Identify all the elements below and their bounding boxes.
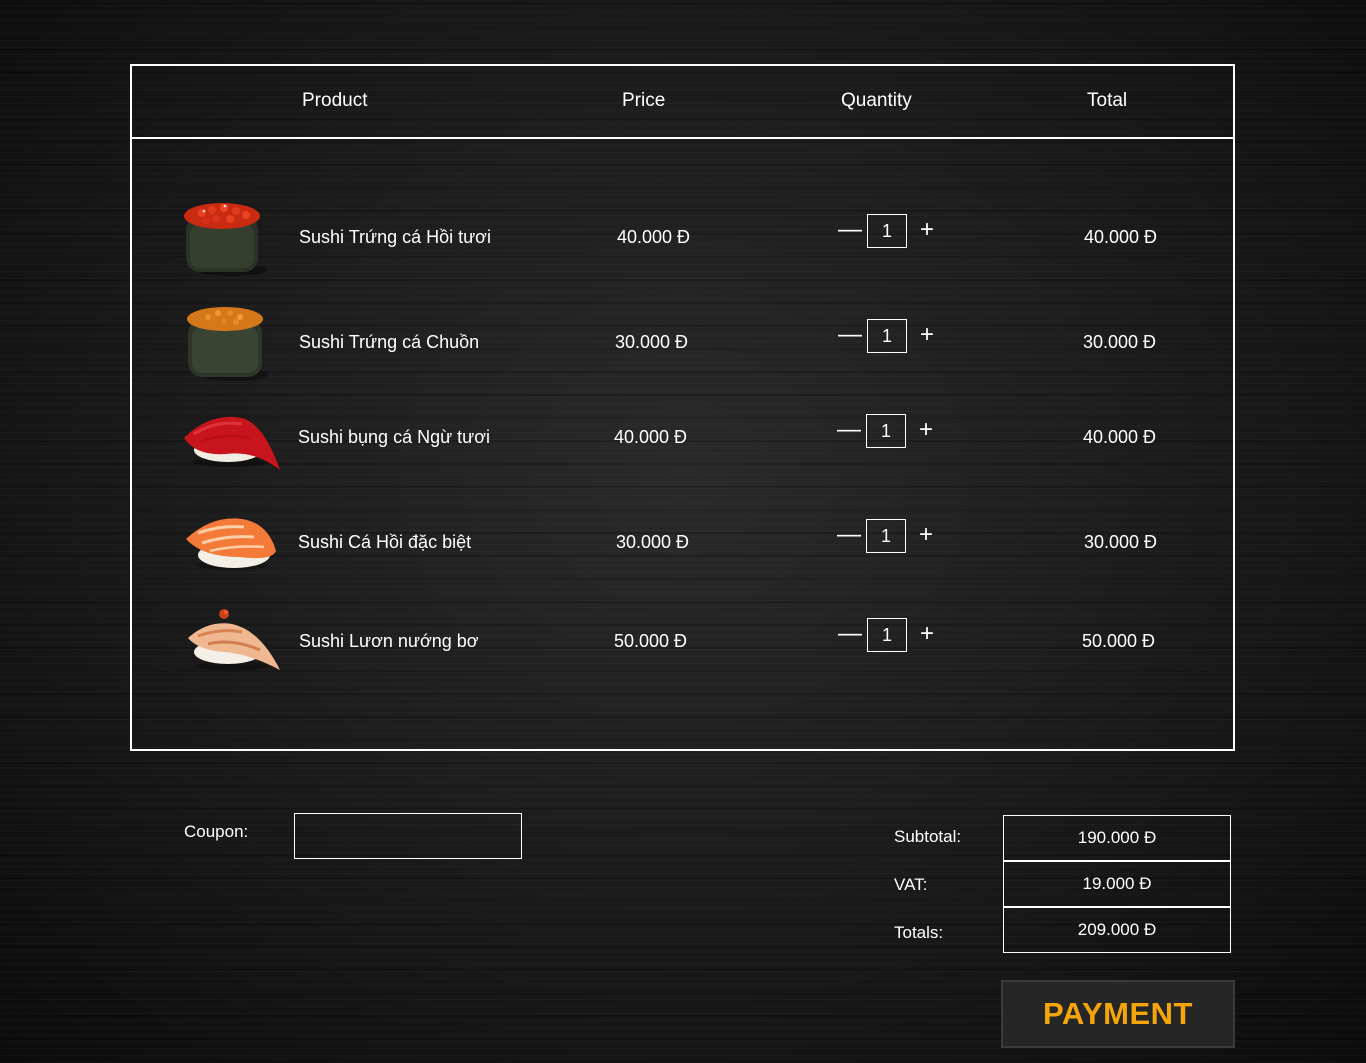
quantity-stepper: — +	[837, 519, 937, 553]
grilled-eel-sushi-image	[180, 598, 284, 688]
cart-header: Product Price Quantity Total	[132, 66, 1233, 139]
coupon-label: Coupon:	[184, 822, 249, 841]
quantity-stepper: — +	[838, 618, 938, 652]
payment-button[interactable]: PAYMENT	[1001, 980, 1235, 1048]
quantity-stepper: — +	[838, 214, 938, 248]
decrease-quantity-button[interactable]: —	[838, 618, 862, 652]
cart-row: Sushi Trứng cá Chuồn 30.000 Đ — + 30.000…	[132, 299, 1233, 389]
cart-row: Sushi Cá Hồi đặc biệt 30.000 Đ — + 30.00…	[132, 499, 1233, 589]
subtotal-label: Subtotal:	[894, 827, 962, 846]
product-name: Sushi Lươn nướng bơ	[299, 631, 479, 651]
product-price: 50.000 Đ	[614, 631, 688, 651]
row-total: 50.000 Đ	[1082, 631, 1156, 651]
increase-quantity-button[interactable]: +	[915, 519, 937, 553]
tuna-belly-sushi-image	[180, 394, 284, 484]
product-price: 40.000 Đ	[617, 227, 691, 247]
product-price: 30.000 Đ	[615, 332, 689, 352]
quantity-stepper: — +	[837, 414, 937, 448]
row-total: 40.000 Đ	[1083, 427, 1157, 447]
coupon-input[interactable]	[294, 813, 522, 859]
decrease-quantity-button[interactable]: —	[838, 319, 862, 353]
product-price: 40.000 Đ	[614, 427, 688, 447]
quantity-input[interactable]	[867, 214, 907, 248]
quantity-stepper: — +	[838, 319, 938, 353]
cart-table: Product Price Quantity Total Sushi Trứng…	[130, 64, 1235, 751]
cart-row: Sushi Trứng cá Hồi tươi 40.000 Đ — + 40.…	[132, 194, 1233, 284]
header-price: Price	[622, 90, 666, 111]
header-quantity: Quantity	[841, 90, 912, 111]
product-name: Sushi Cá Hồi đặc biệt	[298, 532, 472, 552]
product-price: 30.000 Đ	[616, 532, 690, 552]
salmon-sushi-image	[180, 499, 284, 589]
quantity-input[interactable]	[867, 618, 907, 652]
subtotal-value: 190.000 Đ	[1003, 815, 1231, 861]
totals-label: Totals:	[894, 923, 944, 942]
quantity-input[interactable]	[866, 519, 906, 553]
vat-value: 19.000 Đ	[1003, 861, 1231, 907]
increase-quantity-button[interactable]: +	[915, 414, 937, 448]
header-total: Total	[1087, 90, 1128, 111]
salmon-roe-sushi-image	[180, 194, 284, 284]
header-product: Product	[302, 90, 368, 111]
increase-quantity-button[interactable]: +	[916, 618, 938, 652]
increase-quantity-button[interactable]: +	[916, 214, 938, 248]
quantity-input[interactable]	[867, 319, 907, 353]
cart-row: Sushi bụng cá Ngừ tươi 40.000 Đ — + 40.0…	[132, 394, 1233, 484]
increase-quantity-button[interactable]: +	[916, 319, 938, 353]
product-name: Sushi Trứng cá Hồi tươi	[299, 227, 491, 247]
product-name: Sushi Trứng cá Chuồn	[299, 332, 480, 352]
decrease-quantity-button[interactable]: —	[837, 519, 861, 553]
row-total: 30.000 Đ	[1083, 332, 1157, 352]
totals-value: 209.000 Đ	[1003, 907, 1231, 953]
decrease-quantity-button[interactable]: —	[838, 214, 862, 248]
quantity-input[interactable]	[866, 414, 906, 448]
decrease-quantity-button[interactable]: —	[837, 414, 861, 448]
row-total: 40.000 Đ	[1084, 227, 1158, 247]
row-total: 30.000 Đ	[1084, 532, 1158, 552]
cart-row: Sushi Lươn nướng bơ 50.000 Đ — + 50.000 …	[132, 598, 1233, 688]
flying-fish-roe-sushi-image	[180, 299, 284, 389]
vat-label: VAT:	[894, 875, 928, 894]
product-name: Sushi bụng cá Ngừ tươi	[298, 427, 490, 447]
